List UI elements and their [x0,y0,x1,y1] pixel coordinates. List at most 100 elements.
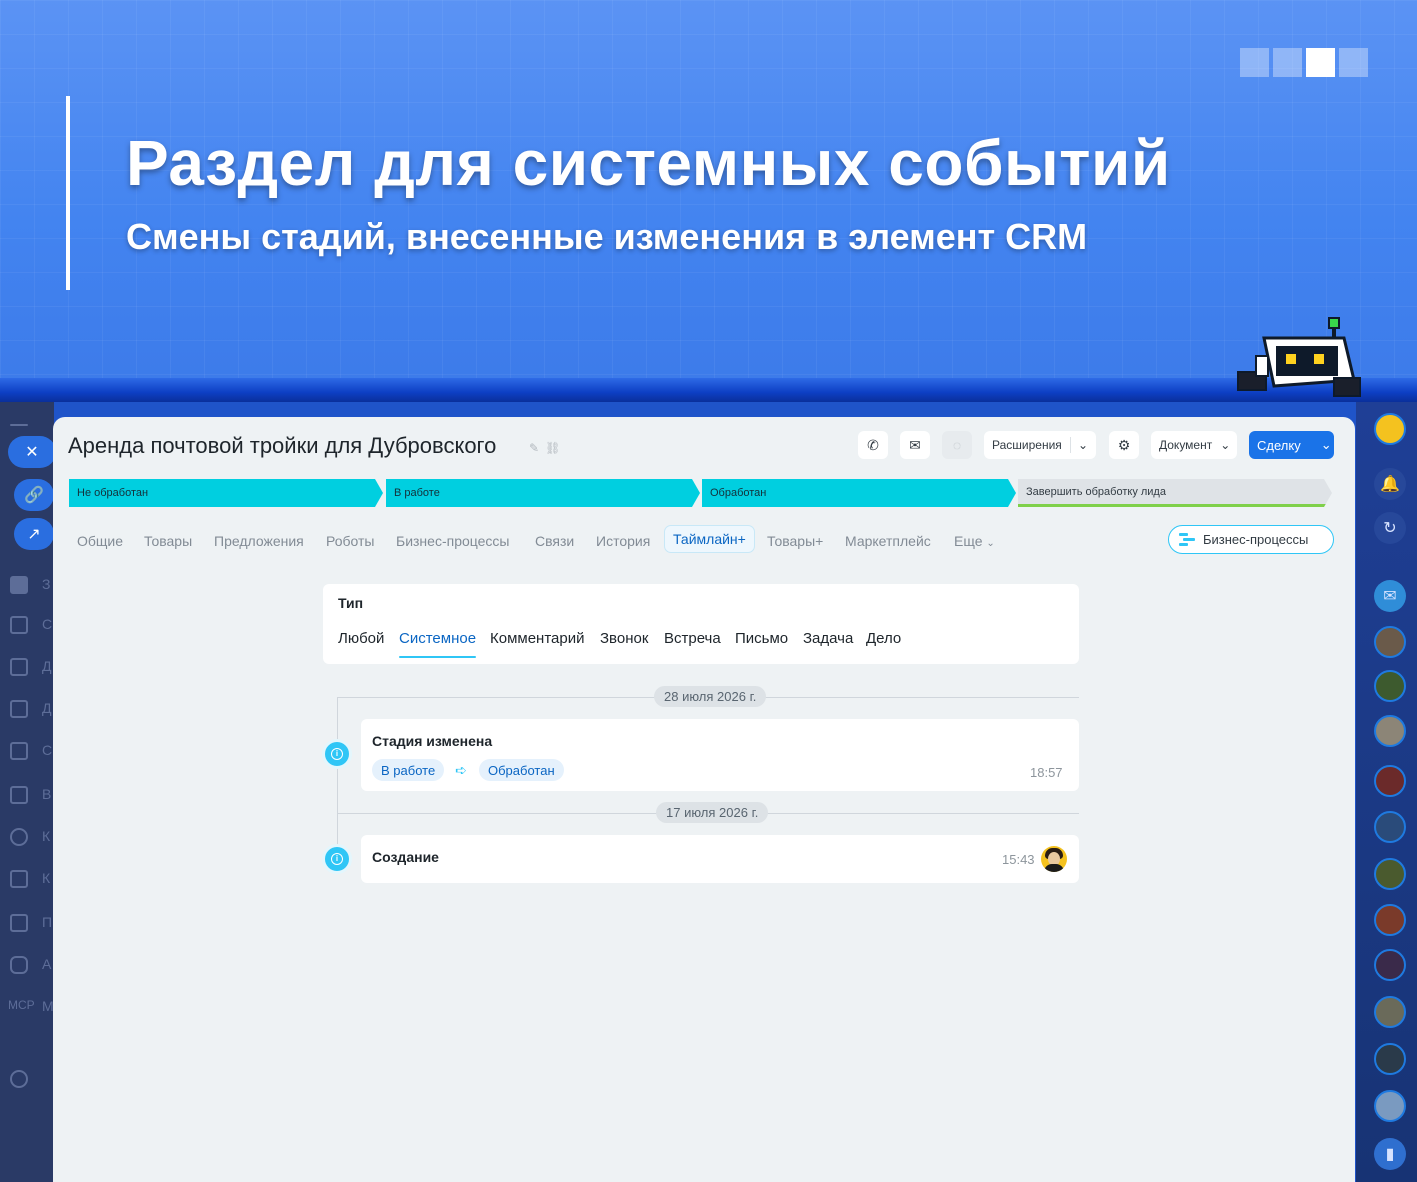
tab-products-plus[interactable]: Товары+ [767,533,823,549]
filter-comment[interactable]: Комментарий [490,630,584,647]
stage-finish[interactable]: Завершить обработку лида [1018,479,1332,507]
document-icon[interactable] [10,658,28,676]
contact-avatar[interactable] [1374,904,1406,936]
contact-avatar[interactable] [1374,715,1406,747]
tab-business-processes[interactable]: Бизнес-процессы [396,533,509,549]
tab-marketplace[interactable]: Маркетплейс [845,533,931,549]
timeline-event-created[interactable]: Создание 15:43 [361,835,1079,883]
to-stage-pill: Обработан [479,759,564,781]
copy-link-icon[interactable]: ⛓ [545,441,560,455]
title-actions: ✎ ⛓ [529,441,560,455]
robot-icon[interactable] [10,956,28,974]
tab-links[interactable]: Связи [535,533,574,549]
sidebar-letter: В [42,786,52,802]
filter-any[interactable]: Любой [338,630,384,647]
link-button[interactable]: 🔗 [14,479,54,511]
filter-call[interactable]: Звонок [600,630,648,647]
mcp-label: MCP [8,998,35,1012]
create-deal-label: Сделку [1257,437,1301,453]
contact-avatar[interactable] [1374,811,1406,843]
contact-avatar[interactable] [1374,949,1406,981]
contact-avatar[interactable] [1374,670,1406,702]
pager-dot[interactable] [1273,48,1302,77]
chevron-down-icon: ⌄ [986,538,995,549]
tab-products[interactable]: Товары [144,533,192,549]
business-processes-label: Бизнес-процессы [1203,532,1309,547]
email-button[interactable]: ✉ [900,431,930,459]
robot-mascot-icon [1237,317,1361,397]
stage-processed[interactable]: Обработан [702,479,1016,507]
bookmark-icon[interactable]: ▮ [1374,1138,1406,1170]
contact-avatar[interactable] [1374,1043,1406,1075]
stage-in-progress[interactable]: В работе [386,479,700,507]
tab-more[interactable]: Еще ⌄ [954,533,995,549]
create-deal-button[interactable]: Сделку ⌄ [1249,431,1334,459]
tasks-icon[interactable] [10,576,28,594]
calendar-icon[interactable] [10,742,28,760]
chevron-down-icon: ⌄ [1220,438,1231,452]
sidebar-letter: П [42,914,53,930]
tab-offers[interactable]: Предложения [214,533,304,549]
event-title: Стадия изменена [372,733,493,749]
edit-document-icon[interactable] [10,870,28,888]
business-processes-button[interactable]: Бизнес-процессы [1168,525,1334,554]
settings-gear-button[interactable]: ⚙ [1109,431,1139,459]
chart-icon[interactable] [10,786,28,804]
pager-dot[interactable] [1240,48,1269,77]
messages-icon[interactable]: ✉ [1374,580,1406,612]
event-title: Создание [372,849,439,865]
stage-new[interactable]: Не обработан [69,479,383,507]
chat-icon[interactable]: ↻ [1374,512,1406,544]
sidebar-letter: Д [42,658,52,674]
contact-avatar[interactable] [1374,626,1406,658]
tab-timeline-plus[interactable]: Таймлайн+ [664,525,755,553]
open-chat-button[interactable]: ◌ [942,431,972,459]
sidebar-letter: С [42,742,53,758]
from-stage-pill: В работе [372,759,445,781]
author-avatar[interactable] [1041,846,1067,872]
pager-dot-active[interactable] [1306,48,1335,77]
sidebar-letter: М [42,998,54,1014]
open-new-window-button[interactable]: ↗ [14,518,54,550]
event-time: 15:43 [1002,852,1035,867]
pen-icon[interactable] [10,914,28,932]
sidebar-letter: К [42,828,51,844]
promo-banner: Раздел для системных событий Смены стади… [0,0,1417,400]
filter-task[interactable]: Задача [803,630,853,647]
stage-label: В работе [394,487,440,499]
close-button[interactable]: ✕ [8,436,56,468]
banner-title: Раздел для системных событий [126,127,1171,199]
filter-letter[interactable]: Письмо [735,630,788,647]
sidebar-icon[interactable] [10,616,28,634]
stage-label: Обработан [710,487,767,499]
contact-avatar[interactable] [1374,1090,1406,1122]
filter-meeting[interactable]: Встреча [664,630,721,647]
contact-avatar[interactable] [1374,858,1406,890]
bell-icon[interactable]: 🔔 [1374,468,1406,500]
tab-general[interactable]: Общие [77,533,123,549]
edit-title-icon[interactable]: ✎ [529,441,539,455]
timeline-event-stage-changed[interactable]: Стадия изменена В работе ➪ Обработан 18:… [361,719,1079,791]
sidebar-letter: К [42,870,51,886]
settings-icon[interactable] [10,1070,28,1088]
business-process-icon [1179,533,1195,547]
current-user-avatar[interactable] [1374,413,1406,445]
menu-icon[interactable] [10,424,28,426]
call-button[interactable]: ✆ [858,431,888,459]
date-separator: 28 июля 2026 г. [654,686,767,707]
hexagon-icon[interactable] [10,828,28,846]
filter-activity[interactable]: Дело [866,630,901,647]
banner-accent-bar [66,96,70,290]
timeline-info-icon: i [322,844,352,874]
tab-history[interactable]: История [596,533,650,549]
tab-more-label: Еще [954,533,983,549]
extensions-dropdown[interactable]: Расширения ⌄ [984,431,1096,459]
contact-avatar[interactable] [1374,765,1406,797]
banner-subtitle: Смены стадий, внесенные изменения в элем… [126,216,1088,257]
contact-avatar[interactable] [1374,996,1406,1028]
tab-robots[interactable]: Роботы [326,533,374,549]
monitor-icon[interactable] [10,700,28,718]
filter-system[interactable]: Системное [399,630,476,647]
document-dropdown[interactable]: Документ ⌄ [1151,431,1237,459]
pager-dot[interactable] [1339,48,1368,77]
